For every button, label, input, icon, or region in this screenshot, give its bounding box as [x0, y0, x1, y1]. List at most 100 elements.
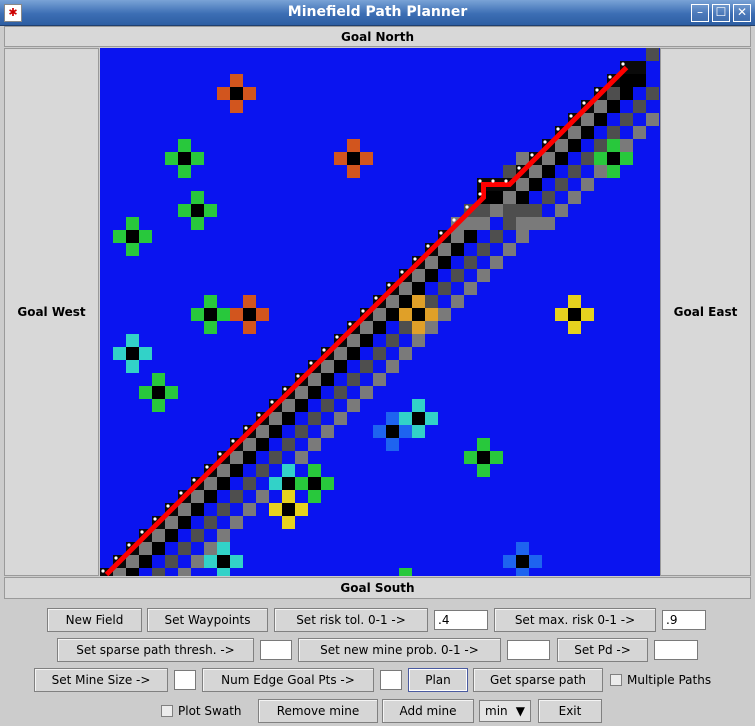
- multiple-paths-box[interactable]: [610, 674, 622, 686]
- swath-cell: [607, 126, 620, 139]
- control-panel: New Field Set Waypoints Set risk tol. 0-…: [4, 600, 751, 726]
- max-risk-input[interactable]: [662, 610, 706, 630]
- mine-arm: [282, 490, 295, 503]
- swath-cell: [191, 503, 204, 516]
- swath-cell: [321, 399, 334, 412]
- swath-cell: [165, 516, 178, 529]
- swath-cell: [490, 204, 503, 217]
- num-edge-input[interactable]: [380, 670, 402, 690]
- set-sparse-thresh-button[interactable]: Set sparse path thresh. ->: [57, 638, 254, 662]
- multiple-paths-checkbox[interactable]: Multiple Paths: [610, 673, 711, 687]
- minefield-grid[interactable]: [100, 48, 660, 576]
- swath-cell: [360, 386, 373, 399]
- plot-swath-checkbox[interactable]: Plot Swath: [161, 704, 242, 718]
- path-waypoint: [218, 452, 222, 456]
- path-waypoint: [192, 478, 196, 482]
- mine-arm: [230, 100, 243, 113]
- path-waypoint: [140, 530, 144, 534]
- swath-cell: [230, 451, 243, 464]
- mine-center: [217, 555, 230, 568]
- path-waypoint: [569, 114, 573, 118]
- new-field-button[interactable]: New Field: [47, 608, 142, 632]
- mine-arm: [464, 451, 477, 464]
- maximize-icon[interactable]: ☐: [712, 4, 730, 22]
- set-waypoints-button[interactable]: Set Waypoints: [147, 608, 268, 632]
- goal-north-button[interactable]: Goal North: [4, 26, 751, 47]
- mine-arm: [282, 464, 295, 477]
- set-new-mine-prob-button[interactable]: Set new mine prob. 0-1 ->: [298, 638, 501, 662]
- pd-input[interactable]: [654, 640, 698, 660]
- mine-arm: [217, 568, 230, 576]
- swath-cell: [503, 204, 516, 217]
- mine-arm: [581, 308, 594, 321]
- mine-center: [204, 308, 217, 321]
- risk-tol-input[interactable]: [434, 610, 488, 630]
- path-waypoint: [101, 569, 105, 573]
- swath-cell: [399, 347, 412, 360]
- mine-arm: [555, 308, 568, 321]
- swath-cell: [373, 321, 386, 334]
- goal-west-button[interactable]: Goal West: [4, 48, 99, 576]
- path-waypoint: [335, 335, 339, 339]
- swath-cell: [126, 568, 139, 576]
- get-sparse-path-button[interactable]: Get sparse path: [473, 668, 603, 692]
- add-mine-button[interactable]: Add mine: [382, 699, 474, 723]
- path-waypoint: [244, 426, 248, 430]
- minefield-canvas[interactable]: [100, 48, 660, 576]
- mine-arm: [126, 334, 139, 347]
- mine-center: [282, 503, 295, 516]
- path-waypoint: [426, 244, 430, 248]
- swath-cell: [425, 321, 438, 334]
- set-max-risk-button[interactable]: Set max. risk 0-1 ->: [494, 608, 656, 632]
- mine-arm: [607, 139, 620, 152]
- swath-cell: [633, 100, 646, 113]
- mine-arm: [113, 230, 126, 243]
- set-pd-button[interactable]: Set Pd ->: [557, 638, 648, 662]
- swath-cell: [386, 295, 399, 308]
- swath-cell: [269, 412, 282, 425]
- swath-cell: [464, 282, 477, 295]
- set-risk-tol-button[interactable]: Set risk tol. 0-1 ->: [274, 608, 428, 632]
- swath-cell: [204, 516, 217, 529]
- swath-cell: [490, 256, 503, 269]
- swath-cell: [217, 529, 230, 542]
- swath-cell: [217, 503, 230, 516]
- exit-button[interactable]: Exit: [538, 699, 602, 723]
- swath-cell: [243, 477, 256, 490]
- plot-swath-box[interactable]: [161, 705, 173, 717]
- swath-cell: [594, 139, 607, 152]
- mine-arm: [386, 438, 399, 451]
- mine-arm: [425, 412, 438, 425]
- swath-cell: [191, 529, 204, 542]
- swath-cell: [464, 256, 477, 269]
- swath-cell: [386, 308, 399, 321]
- swath-cell: [516, 217, 529, 230]
- new-mine-prob-input[interactable]: [507, 640, 550, 660]
- swath-cell: [178, 568, 191, 576]
- swath-cell: [178, 516, 191, 529]
- mine-arm: [373, 425, 386, 438]
- swath-cell: [308, 386, 321, 399]
- mine-center: [477, 451, 490, 464]
- goal-south-button[interactable]: Goal South: [4, 577, 751, 599]
- minimize-icon[interactable]: –: [691, 4, 709, 22]
- mine-size-input[interactable]: [174, 670, 196, 690]
- num-edge-goal-pts-button[interactable]: Num Edge Goal Pts ->: [202, 668, 374, 692]
- goal-east-button[interactable]: Goal East: [660, 48, 751, 576]
- set-mine-size-button[interactable]: Set Mine Size ->: [34, 668, 168, 692]
- plan-button[interactable]: Plan: [408, 668, 468, 692]
- swath-cell: [594, 100, 607, 113]
- mine-arm: [191, 152, 204, 165]
- sparse-thresh-input[interactable]: [260, 640, 292, 660]
- path-waypoint: [452, 218, 456, 222]
- mine-arm: [217, 308, 230, 321]
- mine-arm: [269, 477, 282, 490]
- remove-mine-button[interactable]: Remove mine: [258, 699, 378, 723]
- swath-cell: [334, 347, 347, 360]
- mode-select[interactable]: min ▼: [479, 700, 531, 722]
- swath-cell: [477, 243, 490, 256]
- swath-cell: [256, 464, 269, 477]
- path-waypoint: [270, 400, 274, 404]
- close-icon[interactable]: ✕: [733, 4, 751, 22]
- swath-cell: [165, 529, 178, 542]
